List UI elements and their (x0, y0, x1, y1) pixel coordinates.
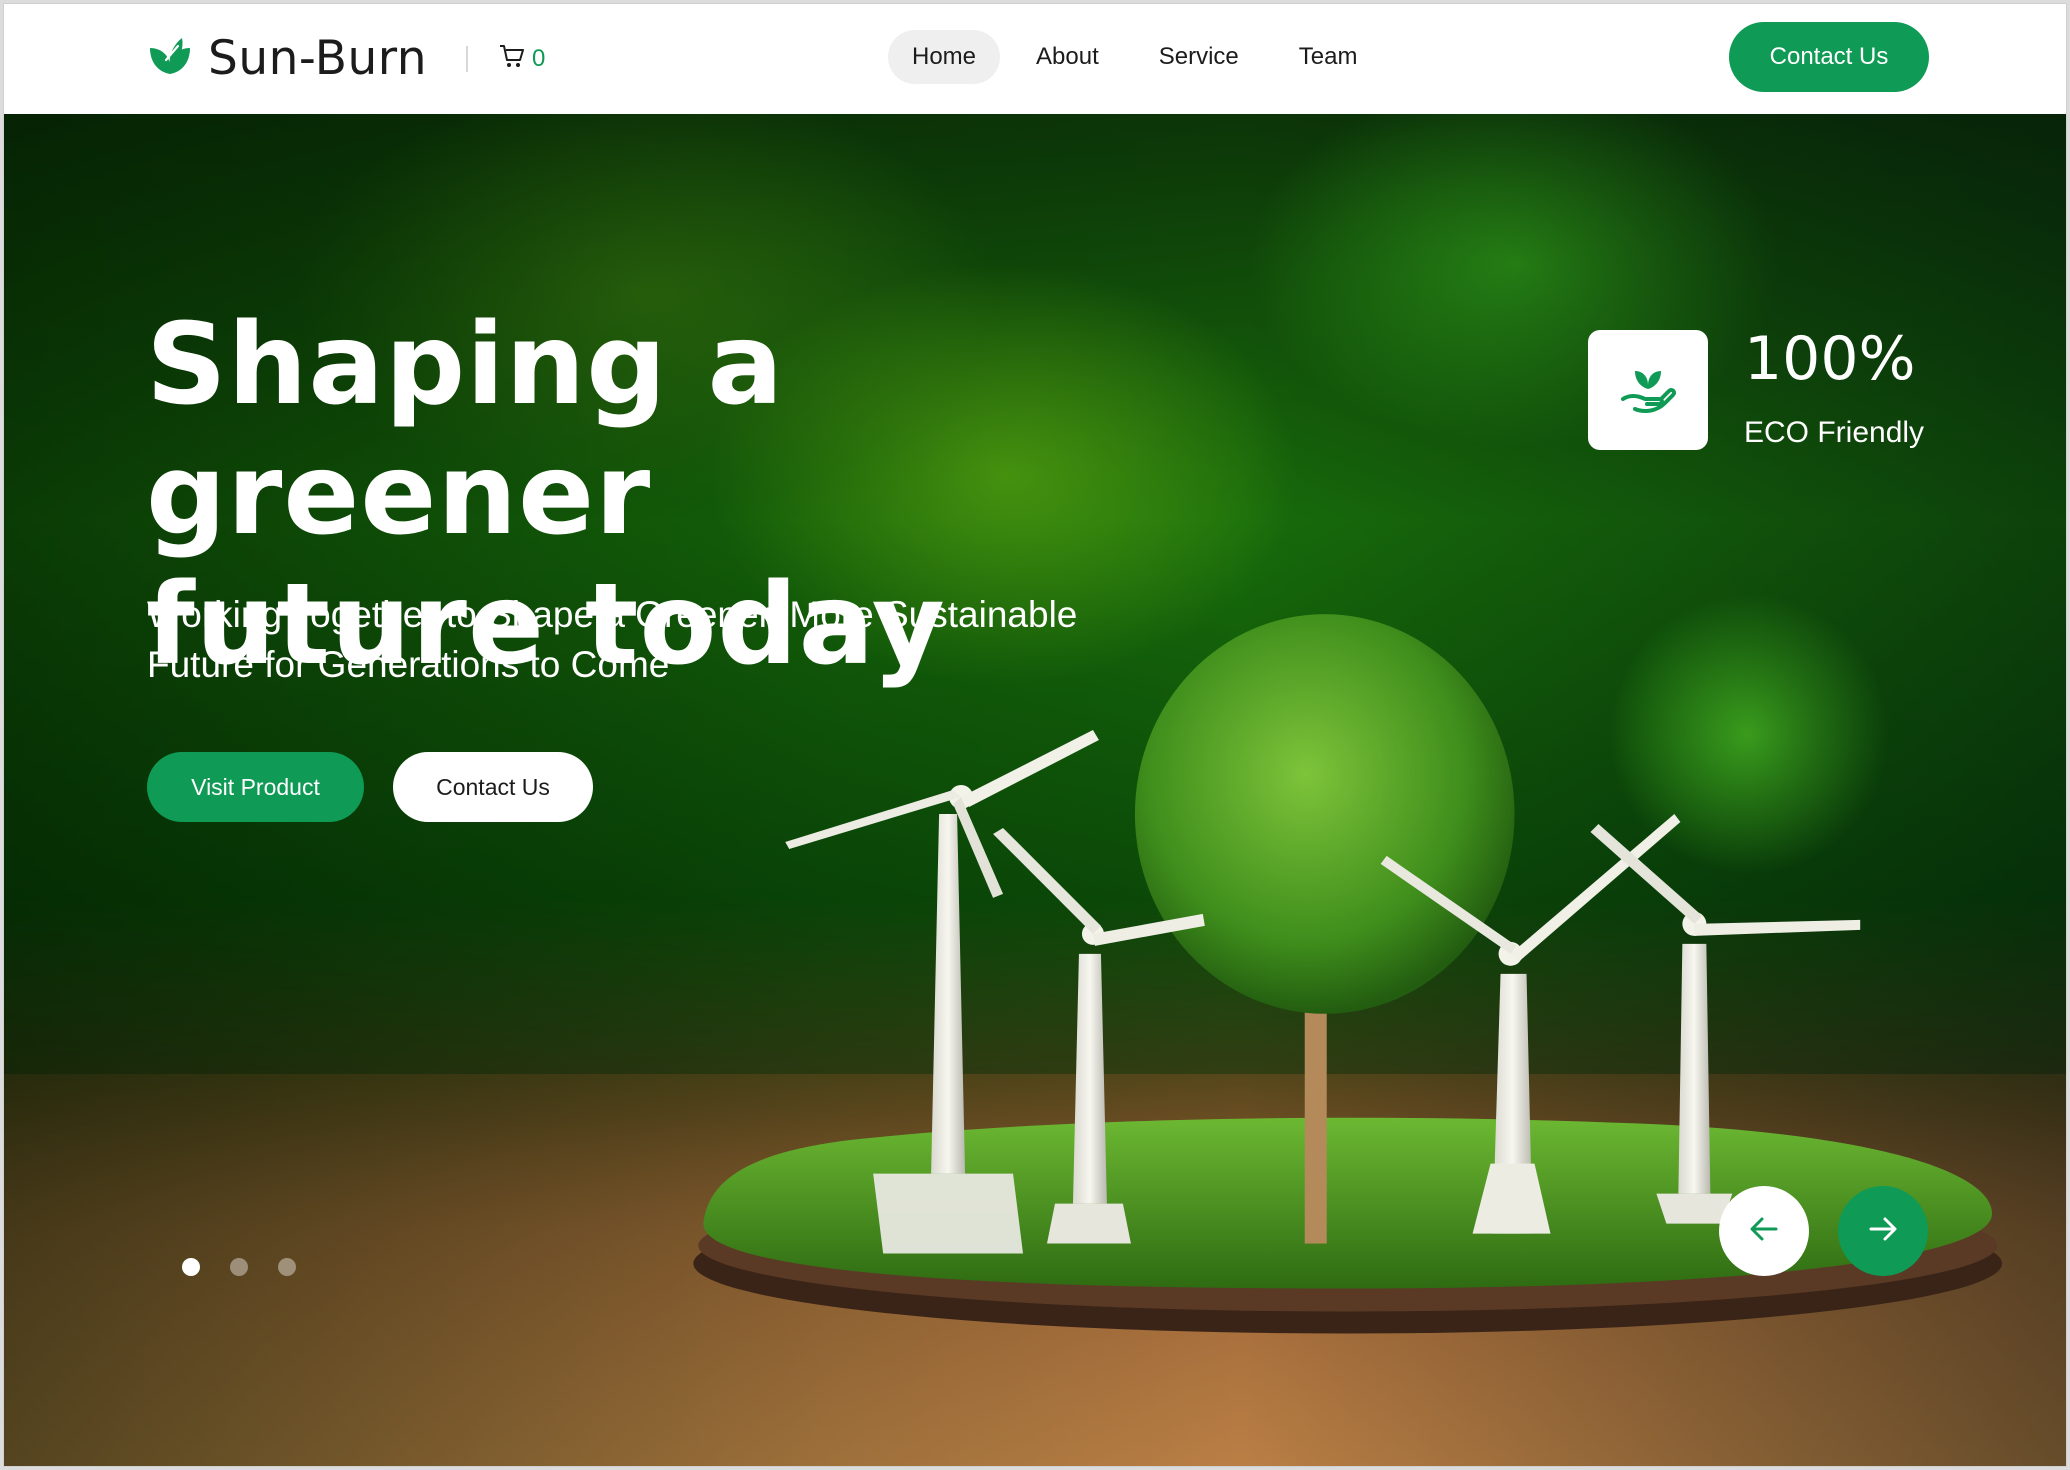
leaf-icon (144, 30, 196, 87)
arrow-right-icon (1865, 1211, 1901, 1252)
hero-subtitle-line1: Working Together to Shape a Greener, Mor… (147, 594, 1078, 635)
slider-dot-3[interactable] (278, 1258, 296, 1276)
cart-icon (498, 42, 526, 75)
header-divider (466, 46, 468, 72)
hero-title-line1: Shaping a greener (146, 300, 785, 560)
plant-in-hand-icon (1615, 355, 1681, 426)
eco-stat-value: 100% (1744, 324, 1916, 394)
hero-section: Shaping a greener future today Working T… (4, 114, 2066, 1466)
slider-dot-1[interactable] (182, 1258, 200, 1276)
visit-product-button[interactable]: Visit Product (147, 752, 364, 822)
eco-stat-label: ECO Friendly (1744, 416, 1925, 449)
hero-contact-button[interactable]: Contact Us (393, 752, 593, 822)
page-frame: Sun-Burn 0 Home About Service Team Conta… (3, 3, 2067, 1467)
eco-badge (1588, 330, 1708, 450)
nav-item-service[interactable]: Service (1135, 30, 1263, 84)
cart-button[interactable]: 0 (498, 42, 545, 75)
site-header: Sun-Burn 0 Home About Service Team Conta… (4, 4, 2066, 114)
hero-subtitle-line2: Future for Generations to Come (147, 644, 670, 685)
slider-dot-2[interactable] (230, 1258, 248, 1276)
slider-prev-button[interactable] (1719, 1186, 1809, 1276)
arrow-left-icon (1746, 1211, 1782, 1252)
logo[interactable]: Sun-Burn (144, 30, 427, 87)
nav-item-home[interactable]: Home (888, 30, 1001, 84)
slider-next-button[interactable] (1838, 1186, 1928, 1276)
hero-subtitle: Working Together to Shape a Greener, Mor… (147, 590, 1207, 690)
nav-item-about[interactable]: About (1012, 30, 1123, 84)
nav-item-team[interactable]: Team (1275, 30, 1382, 84)
main-nav: Home About Service Team (888, 30, 1393, 84)
brand-name: Sun-Burn (208, 31, 428, 86)
cart-count: 0 (532, 44, 546, 72)
slider-dots (182, 1258, 326, 1276)
header-contact-button[interactable]: Contact Us (1729, 22, 1929, 92)
